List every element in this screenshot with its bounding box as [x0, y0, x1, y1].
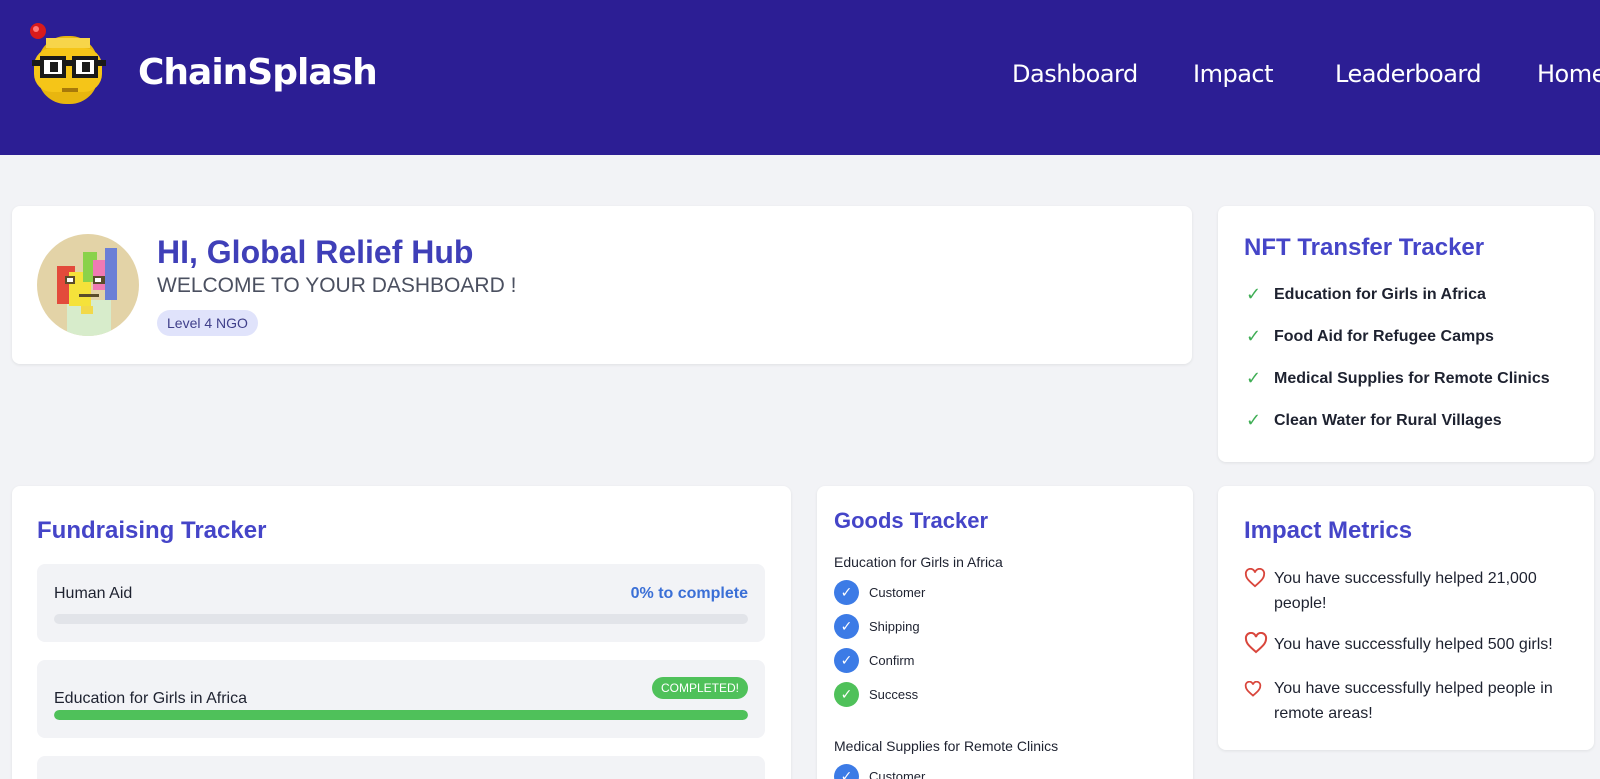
logo-coin-icon[interactable] [22, 18, 118, 114]
goods-group-title: Medical Supplies for Remote Clinics [834, 738, 1059, 754]
nav-home[interactable]: Home [1537, 60, 1600, 88]
goods-step-label: Customer [869, 585, 926, 600]
fundraising-item-label: Human Aid [54, 585, 133, 602]
goods-step: ✓ Shipping [834, 614, 920, 639]
nft-item-label: Food Aid for Refugee Camps [1274, 327, 1494, 345]
goods-group-title: Education for Girls in Africa [834, 554, 1003, 570]
check-icon: ✓ [1246, 326, 1262, 346]
impact-metrics-card: Impact Metrics You have successfully hel… [1218, 486, 1594, 750]
check-circle-icon: ✓ [834, 580, 859, 605]
heart-icon [1244, 631, 1274, 662]
impact-item-text: You have successfully helped people in r… [1274, 680, 1553, 722]
nav-dashboard[interactable]: Dashboard [1012, 60, 1138, 88]
fundraising-item[interactable]: Human Aid 0% to complete [37, 564, 765, 642]
goods-step-label: Success [869, 687, 919, 702]
heart-icon [1244, 676, 1274, 705]
goods-step: ✓ Customer [834, 580, 925, 605]
welcome-card: HI, Global Relief Hub WELCOME TO YOUR DA… [12, 206, 1192, 364]
impact-item: You have successfully helped 21,000 peop… [1244, 566, 1574, 616]
completed-badge: COMPLETED! [651, 677, 748, 699]
avatar[interactable] [37, 234, 139, 336]
goods-step: ✓ Success [834, 682, 918, 707]
check-circle-icon: ✓ [834, 614, 859, 639]
progress-fill [54, 710, 748, 720]
nav-impact[interactable]: Impact [1193, 60, 1274, 88]
fundraising-tracker-card: Fundraising Tracker Human Aid 0% to comp… [12, 486, 791, 779]
nft-item-label: Clean Water for Rural Villages [1274, 411, 1502, 429]
goods-step-label: Shipping [869, 619, 920, 634]
goods-step: ✓ Customer [834, 764, 925, 779]
goods-step-label: Customer [869, 769, 926, 779]
check-circle-icon: ✓ [834, 764, 859, 779]
impact-item: You have successfully helped 500 girls! [1244, 631, 1574, 662]
nft-item: ✓ Education for Girls in Africa [1246, 284, 1486, 305]
nav-leaderboard[interactable]: Leaderboard [1335, 60, 1482, 88]
level-badge: Level 4 NGO [157, 310, 258, 336]
nft-item: ✓ Medical Supplies for Remote Clinics [1246, 368, 1550, 389]
goods-tracker-card: Goods Tracker Education for Girls in Afr… [817, 486, 1193, 779]
fundraising-item-label: Education for Girls in Africa [54, 690, 247, 707]
greeting-title: HI, Global Relief Hub [157, 234, 474, 270]
brand-name[interactable]: ChainSplash [138, 52, 378, 93]
impact-metrics-title: Impact Metrics [1244, 517, 1413, 544]
check-icon: ✓ [1246, 284, 1262, 304]
check-icon: ✓ [1246, 368, 1262, 388]
nft-tracker-title: NFT Transfer Tracker [1244, 234, 1485, 261]
check-icon: ✓ [1246, 410, 1262, 430]
fundraising-item[interactable] [37, 756, 765, 779]
nft-item-label: Medical Supplies for Remote Clinics [1274, 369, 1550, 387]
nft-item: ✓ Clean Water for Rural Villages [1246, 410, 1502, 431]
goods-step: ✓ Confirm [834, 648, 915, 673]
check-circle-icon: ✓ [834, 648, 859, 673]
nft-item: ✓ Food Aid for Refugee Camps [1246, 326, 1494, 347]
top-header: ChainSplash Dashboard Impact Leaderboard… [0, 0, 1600, 155]
impact-item-text: You have successfully helped 500 girls! [1274, 636, 1553, 653]
impact-item: You have successfully helped people in r… [1244, 676, 1574, 726]
nft-transfer-tracker-card: NFT Transfer Tracker ✓ Education for Gir… [1218, 206, 1594, 462]
welcome-subtitle: WELCOME TO YOUR DASHBOARD ! [157, 274, 517, 297]
goods-tracker-title: Goods Tracker [834, 508, 989, 533]
impact-item-text: You have successfully helped 21,000 peop… [1274, 570, 1537, 612]
heart-icon [1244, 566, 1274, 596]
progress-track [54, 710, 748, 720]
progress-track [54, 614, 748, 624]
progress-status: 0% to complete [630, 585, 748, 602]
goods-step-label: Confirm [869, 653, 915, 668]
check-circle-icon: ✓ [834, 682, 859, 707]
fundraising-title: Fundraising Tracker [37, 517, 267, 544]
nft-item-label: Education for Girls in Africa [1274, 285, 1486, 303]
fundraising-item[interactable]: Education for Girls in Africa COMPLETED! [37, 660, 765, 738]
